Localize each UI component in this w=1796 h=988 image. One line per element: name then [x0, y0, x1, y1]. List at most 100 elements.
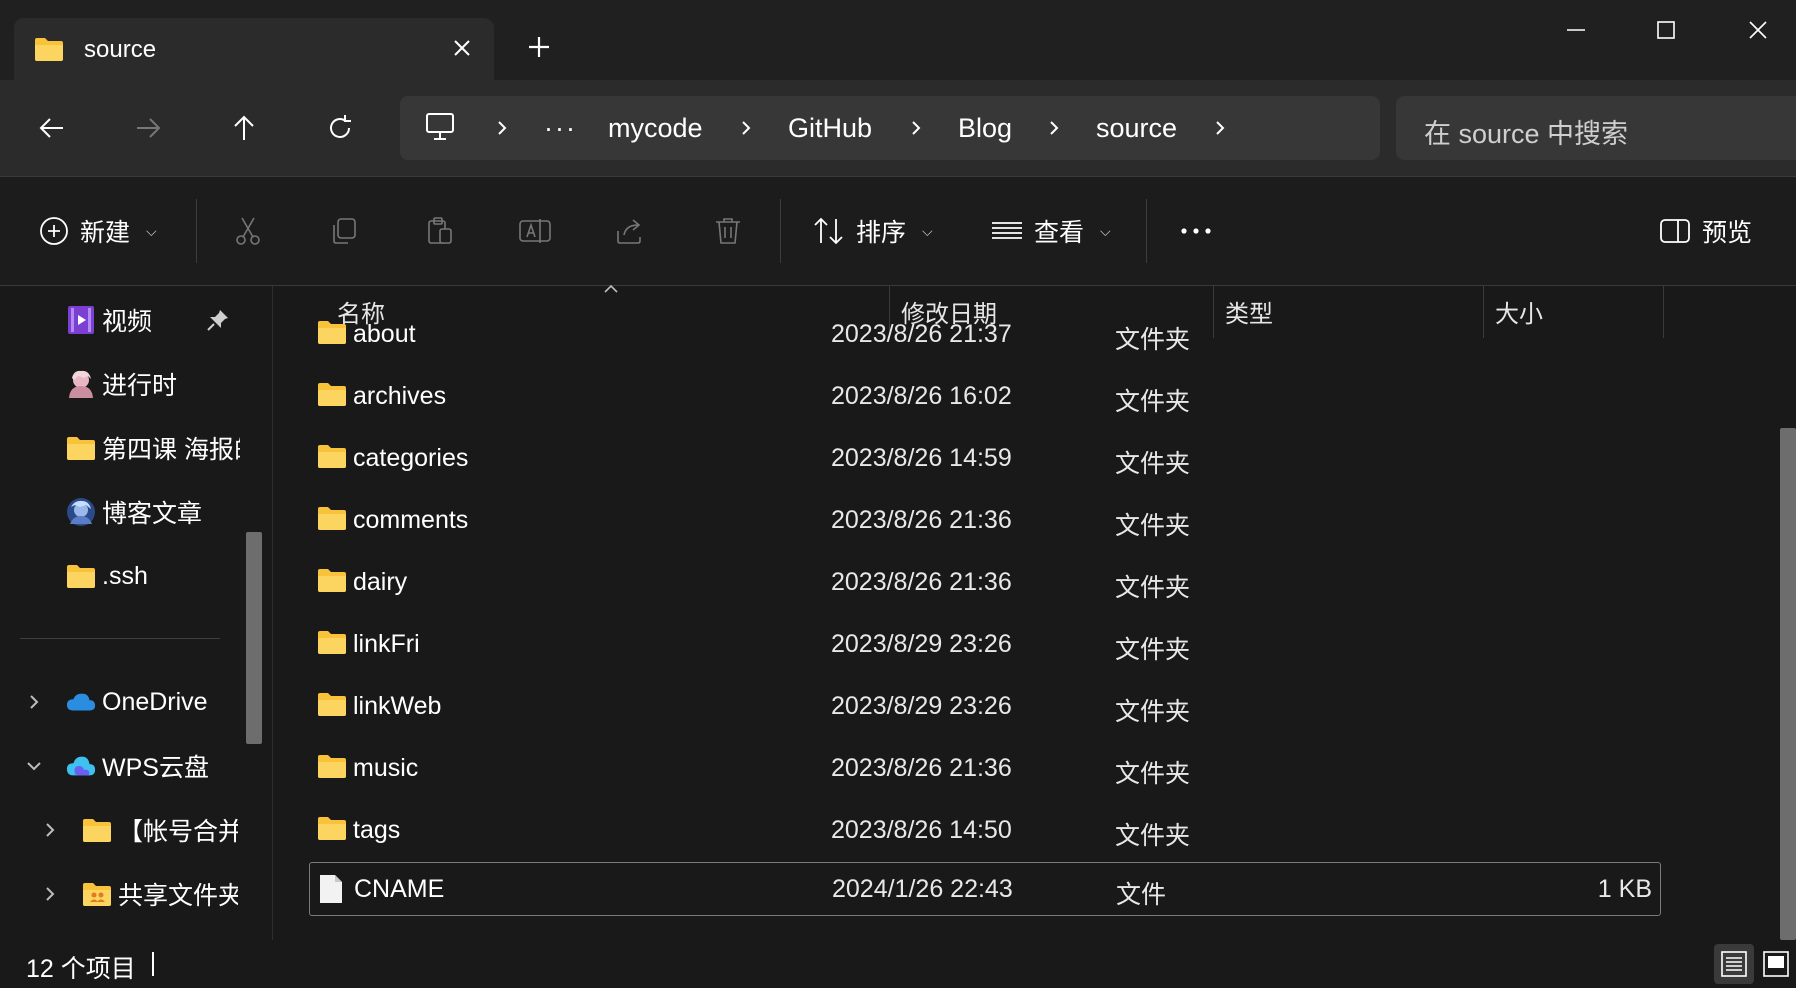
table-row[interactable]: comments 2023/8/26 21:36 文件夹 [309, 494, 1661, 548]
file-size: 1 KB [1597, 875, 1652, 903]
file-name: categories [353, 444, 469, 472]
divider [1146, 199, 1147, 263]
file-type: 文件夹 [1115, 574, 1191, 602]
share-button[interactable] [614, 207, 646, 255]
breadcrumb-mycode[interactable]: mycode [608, 112, 703, 144]
file-type: 文件夹 [1115, 326, 1191, 354]
file-list-scrollbar[interactable] [1780, 428, 1796, 940]
breadcrumb-github[interactable]: GitHub [788, 112, 872, 144]
divider [152, 952, 154, 976]
chevron-right-icon[interactable] [736, 114, 756, 142]
tab-label: source [84, 36, 157, 63]
chevron-right-icon[interactable] [40, 884, 60, 904]
sidebar-item-blog-articles[interactable]: 博客文章 [66, 486, 236, 538]
scissors-icon [236, 217, 260, 245]
folder-icon [34, 36, 64, 67]
preview-pane-button[interactable]: 预览 [1658, 207, 1752, 255]
avatar-folder-icon [66, 369, 96, 399]
sidebar-item-account-merge[interactable]: 【帐号合并 [82, 804, 238, 856]
breadcrumb-overflow-icon[interactable]: ··· [544, 112, 577, 144]
chevron-down-icon[interactable] [24, 756, 44, 776]
details-view-icon[interactable] [1714, 944, 1754, 984]
more-options-button[interactable] [1178, 207, 1214, 255]
file-modified: 2023/8/26 14:59 [831, 444, 1012, 472]
file-modified: 2023/8/26 21:36 [831, 506, 1012, 534]
more-icon [1181, 228, 1211, 234]
pin-icon[interactable] [206, 308, 230, 337]
breadcrumb-source[interactable]: source [1096, 112, 1177, 144]
file-type: 文件夹 [1115, 822, 1191, 850]
chevron-right-icon[interactable] [40, 820, 60, 840]
table-row[interactable]: tags 2023/8/26 14:50 文件夹 [309, 804, 1661, 858]
table-row[interactable]: linkFri 2023/8/29 23:26 文件夹 [309, 618, 1661, 672]
file-name: about [353, 320, 416, 348]
address-bar[interactable]: ··· mycode GitHub Blog source [400, 96, 1380, 160]
up-icon[interactable] [222, 106, 266, 150]
copy-button[interactable] [328, 207, 360, 255]
maximize-icon[interactable] [1620, 0, 1712, 60]
breadcrumb-blog[interactable]: Blog [958, 112, 1012, 144]
table-row[interactable]: about 2023/8/26 21:37 文件夹 [309, 308, 1661, 362]
sidebar-item-wps-cloud[interactable]: WPS云盘 [66, 740, 236, 792]
back-icon[interactable] [30, 106, 74, 150]
search-input[interactable]: 在 source 中搜索 [1396, 96, 1796, 160]
file-name: music [353, 754, 419, 782]
tab-source[interactable]: source [14, 18, 494, 80]
table-row[interactable]: dairy 2023/8/26 21:36 文件夹 [309, 556, 1661, 610]
minimize-icon[interactable] [1530, 0, 1622, 60]
sidebar-item-in-progress[interactable]: 进行时 [66, 358, 236, 410]
column-resizer[interactable] [1663, 286, 1664, 338]
chevron-right-icon[interactable] [1044, 114, 1064, 142]
file-type: 文件 [1116, 881, 1167, 909]
cut-button[interactable] [232, 207, 264, 255]
chevron-right-icon[interactable] [24, 692, 44, 712]
clipboard-icon [428, 217, 452, 244]
chevron-down-icon: ⌵ [922, 222, 933, 239]
chevron-right-icon[interactable] [906, 114, 926, 142]
sidebar-item-lesson-four[interactable]: 第四课 海报的 [66, 422, 240, 474]
file-modified: 2023/8/29 23:26 [831, 692, 1012, 720]
this-pc-icon[interactable] [424, 112, 456, 147]
search-placeholder: 在 source 中搜索 [1424, 119, 1629, 149]
folder-icon [317, 753, 347, 786]
new-tab-icon[interactable] [524, 32, 554, 62]
delete-button[interactable] [712, 207, 744, 255]
file-name: CNAME [354, 875, 445, 903]
folder-icon [317, 567, 347, 600]
sidebar-item-label: OneDrive [102, 687, 208, 716]
close-tab-icon[interactable] [446, 32, 478, 64]
file-name: linkWeb [353, 692, 442, 720]
new-button[interactable]: 新建 ⌵ [38, 207, 157, 255]
chevron-right-icon[interactable] [492, 114, 512, 142]
file-modified: 2023/8/26 21:36 [831, 754, 1012, 782]
folder-icon [66, 561, 96, 591]
trash-icon [716, 218, 740, 244]
paste-button[interactable] [424, 207, 456, 255]
sort-button-label: 排序 [856, 219, 907, 247]
forward-icon[interactable] [126, 106, 170, 150]
chevron-right-icon[interactable] [1210, 114, 1230, 142]
table-row[interactable]: archives 2023/8/26 16:02 文件夹 [309, 370, 1661, 424]
table-row[interactable]: music 2023/8/26 21:36 文件夹 [309, 742, 1661, 796]
sidebar-item-ssh[interactable]: .ssh [66, 550, 236, 602]
refresh-icon[interactable] [318, 106, 362, 150]
file-type: 文件夹 [1115, 512, 1191, 540]
divider [780, 199, 781, 263]
file-modified: 2023/8/26 21:37 [831, 320, 1012, 348]
new-button-label: 新建 [80, 219, 131, 247]
avatar-folder-icon [66, 497, 96, 527]
close-window-icon[interactable] [1712, 0, 1796, 60]
sidebar-item-shared-folder[interactable]: 共享文件夹 [82, 868, 238, 920]
sort-button[interactable]: 排序 ⌵ [812, 207, 933, 255]
file-type: 文件夹 [1115, 388, 1191, 416]
sidebar-item-onedrive[interactable]: OneDrive [66, 676, 236, 728]
file-type: 文件夹 [1115, 760, 1191, 788]
rename-button[interactable] [518, 207, 552, 255]
large-icons-view-icon[interactable] [1756, 944, 1796, 984]
view-button[interactable]: 查看 ⌵ [990, 207, 1111, 255]
sidebar-scrollbar[interactable] [246, 532, 262, 744]
table-row[interactable]: linkWeb 2023/8/29 23:26 文件夹 [309, 680, 1661, 734]
item-count: 12 个项目 [26, 955, 136, 983]
table-row[interactable]: categories 2023/8/26 14:59 文件夹 [309, 432, 1661, 486]
table-row[interactable]: CNAME 2024/1/26 22:43 文件 1 KB [309, 862, 1661, 916]
